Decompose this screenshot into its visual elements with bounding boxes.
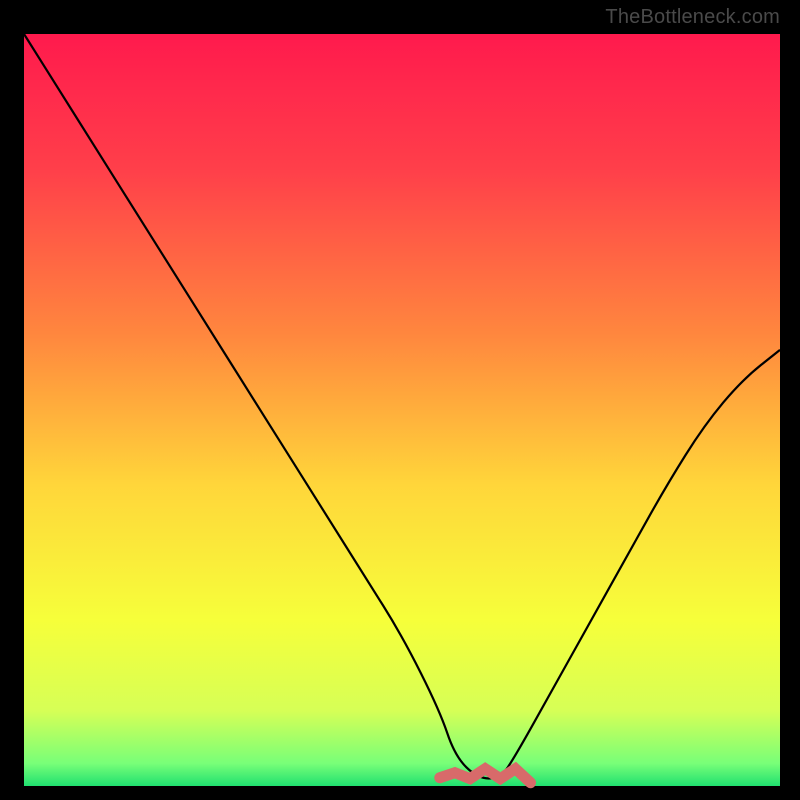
gradient-background [24, 34, 780, 786]
attribution-text: TheBottleneck.com [605, 6, 780, 29]
chart-container: TheBottleneck.com [0, 0, 800, 800]
bottleneck-chart [0, 0, 800, 800]
